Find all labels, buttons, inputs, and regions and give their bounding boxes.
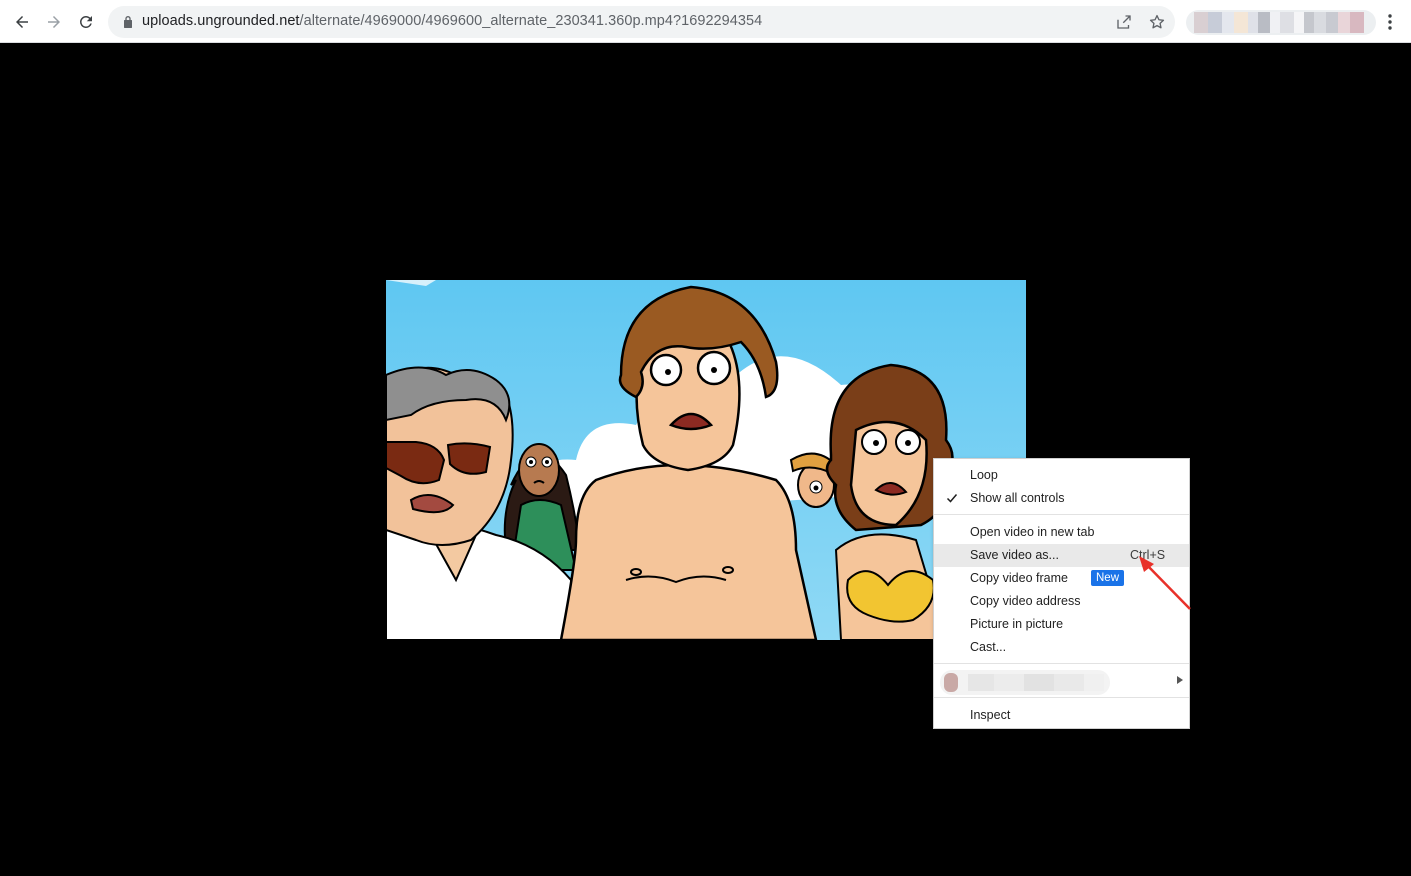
url-path: /alternate/4969000/4969600_alternate_230… (299, 13, 763, 29)
menu-item-label: Copy video address (970, 594, 1081, 608)
browser-menu-button[interactable] (1380, 10, 1400, 34)
video-context-menu: Loop Show all controls Open video in new… (933, 458, 1190, 729)
menu-item-label: Save video as... (970, 548, 1059, 562)
blurred-extension-entry (940, 670, 1110, 695)
new-badge: New (1091, 570, 1125, 586)
menu-item-label: Loop (970, 468, 998, 482)
menu-item-extension-submenu[interactable] (934, 667, 1189, 697)
star-icon[interactable] (1148, 13, 1166, 31)
forward-arrow-icon (48, 16, 60, 28)
menu-separator (934, 697, 1189, 698)
menu-item-copy-video-frame[interactable]: Copy video frame New (934, 567, 1189, 590)
url-host: uploads.ungrounded.net (142, 13, 300, 29)
cartoon-video-frame (386, 280, 1026, 640)
lock-icon[interactable] (120, 14, 136, 30)
menu-item-copy-video-address[interactable]: Copy video address (934, 590, 1189, 613)
browser-toolbar: uploads.ungrounded.net/alternate/4969000… (0, 0, 1411, 43)
menu-item-inspect[interactable]: Inspect (934, 704, 1189, 727)
forward-button[interactable] (40, 8, 68, 36)
menu-item-loop[interactable]: Loop (934, 464, 1189, 487)
menu-separator (934, 514, 1189, 515)
menu-item-cast[interactable]: Cast... (934, 636, 1189, 659)
menu-item-save-video-as[interactable]: Save video as... Ctrl+S (934, 544, 1189, 567)
menu-item-shortcut: Ctrl+S (1130, 548, 1166, 562)
video-player[interactable] (386, 280, 1026, 640)
back-arrow-icon (16, 16, 28, 28)
menu-item-label: Open video in new tab (970, 525, 1095, 539)
menu-item-label: Copy video frame (970, 571, 1068, 585)
checkmark-icon (946, 494, 958, 503)
kebab-menu-icon (1388, 14, 1392, 30)
share-icon[interactable] (1115, 13, 1133, 31)
blurred-profile-area[interactable] (1186, 10, 1376, 35)
menu-item-label: Show all controls (970, 491, 1065, 505)
menu-item-label: Cast... (970, 640, 1007, 654)
menu-item-picture-in-picture[interactable]: Picture in picture (934, 613, 1189, 636)
back-button[interactable] (8, 8, 36, 36)
menu-item-open-video-new-tab[interactable]: Open video in new tab (934, 521, 1189, 544)
menu-separator (934, 663, 1189, 664)
submenu-arrow-icon (1177, 676, 1183, 684)
url-text[interactable]: uploads.ungrounded.net/alternate/4969000… (142, 13, 762, 29)
reload-button[interactable] (72, 8, 100, 36)
address-bar[interactable]: uploads.ungrounded.net/alternate/4969000… (108, 6, 1175, 38)
menu-item-label: Inspect (970, 708, 1011, 722)
menu-item-show-all-controls[interactable]: Show all controls (934, 487, 1189, 510)
menu-item-label: Picture in picture (970, 617, 1064, 631)
reload-icon (79, 15, 92, 28)
